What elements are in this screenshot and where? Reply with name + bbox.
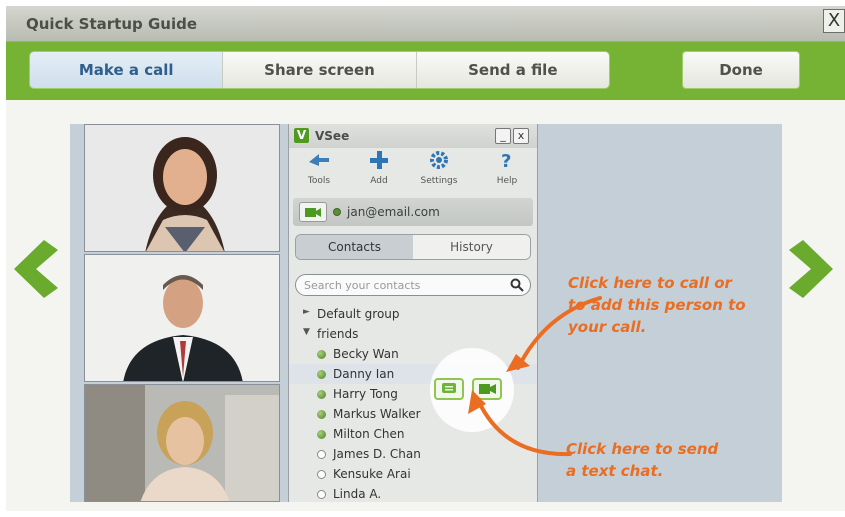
tab-make-a-call[interactable]: Make a call: [30, 52, 223, 88]
tab-share-screen[interactable]: Share screen: [222, 52, 416, 88]
callout-arrow-chat-icon: [468, 390, 572, 457]
video-tile-man: [84, 254, 280, 382]
chat-annotation-line: a text chat.: [566, 462, 664, 480]
minimize-button[interactable]: _: [495, 128, 511, 144]
tab-bar: Make a call Share screen Send a file Don…: [6, 42, 845, 111]
call-annotation-line: to add this person to: [568, 296, 746, 314]
chat-annotation: Click here to send a text chat.: [566, 438, 718, 482]
offline-status-icon: [317, 490, 326, 499]
done-button[interactable]: Done: [682, 51, 800, 89]
vsee-title: VSee: [315, 129, 350, 143]
expanded-triangle-icon: ▼: [303, 327, 310, 337]
tab-history[interactable]: History: [413, 235, 530, 259]
video-tile-woman-blonde: [84, 384, 280, 502]
svg-text:?: ?: [501, 151, 511, 170]
online-status-icon: [333, 208, 341, 216]
contact-row[interactable]: Kensuke Arai: [289, 464, 537, 484]
chat-annotation-line: Click here to send: [566, 440, 719, 458]
settings-button[interactable]: Settings: [415, 150, 463, 186]
gear-icon: [430, 151, 448, 169]
video-tile-woman: [84, 124, 280, 252]
vsee-toolbar: Tools Add Settings ? Help: [289, 150, 537, 196]
online-status-icon: [317, 350, 326, 359]
online-status-icon: [317, 370, 326, 379]
collapsed-triangle-icon: ►: [303, 307, 310, 317]
previous-arrow-icon[interactable]: [14, 240, 58, 302]
call-annotation-line: Click here to call or: [568, 274, 732, 292]
contact-row[interactable]: Linda A.: [289, 484, 537, 502]
search-placeholder: Search your contacts: [304, 279, 421, 292]
contact-name: James D. Chan: [333, 447, 421, 461]
tools-icon: [309, 154, 329, 166]
call-annotation-line: your call.: [568, 318, 647, 336]
guide-tabs: Make a call Share screen Send a file: [29, 51, 610, 89]
vsee-logo-icon: V: [294, 128, 309, 143]
settings-label: Settings: [420, 176, 458, 186]
tab-contacts[interactable]: Contacts: [296, 235, 413, 259]
video-camera-icon: [305, 208, 321, 217]
guide-content: V VSee _ x Tools Add Settings ? Help jan…: [6, 100, 845, 511]
help-button[interactable]: ? Help: [483, 150, 531, 186]
online-status-icon: [317, 430, 326, 439]
window-title: Quick Startup Guide: [26, 15, 198, 33]
contact-name: Danny Ian: [333, 367, 395, 381]
online-status-icon: [317, 410, 326, 419]
online-status-icon: [317, 390, 326, 399]
contact-name: Becky Wan: [333, 347, 399, 361]
group-name: Default group: [317, 307, 400, 321]
contact-name: Milton Chen: [333, 427, 405, 441]
group-name: friends: [317, 327, 359, 341]
vsee-close-button[interactable]: x: [513, 128, 529, 144]
demo-stage: V VSee _ x Tools Add Settings ? Help jan…: [70, 124, 782, 502]
offline-status-icon: [317, 450, 326, 459]
contact-search-input[interactable]: Search your contacts: [295, 274, 531, 296]
add-button[interactable]: Add: [355, 150, 403, 186]
search-icon[interactable]: [510, 278, 524, 292]
call-annotation: Click here to call or to add this person…: [568, 272, 746, 338]
title-bar: Quick Startup Guide X: [6, 6, 845, 42]
tools-label: Tools: [307, 176, 331, 186]
vsee-title-bar: V VSee _ x: [289, 124, 537, 148]
add-icon: [370, 151, 388, 169]
tools-button[interactable]: Tools: [295, 150, 343, 186]
add-label: Add: [370, 176, 388, 186]
help-icon: ?: [501, 151, 511, 172]
user-email: jan@email.com: [347, 205, 440, 219]
contact-name: Harry Tong: [333, 387, 398, 401]
contact-name: Markus Walker: [333, 407, 421, 421]
user-bar: jan@email.com: [293, 198, 533, 226]
help-label: Help: [496, 176, 518, 186]
video-camera-button[interactable]: [299, 202, 327, 222]
offline-status-icon: [317, 470, 326, 479]
next-arrow-icon[interactable]: [789, 240, 833, 302]
contact-name: Linda A.: [333, 487, 382, 501]
contact-name: Kensuke Arai: [333, 467, 411, 481]
contacts-history-tabs: Contacts History: [295, 234, 531, 260]
close-button[interactable]: X: [823, 9, 845, 33]
tab-send-a-file[interactable]: Send a file: [415, 52, 609, 88]
